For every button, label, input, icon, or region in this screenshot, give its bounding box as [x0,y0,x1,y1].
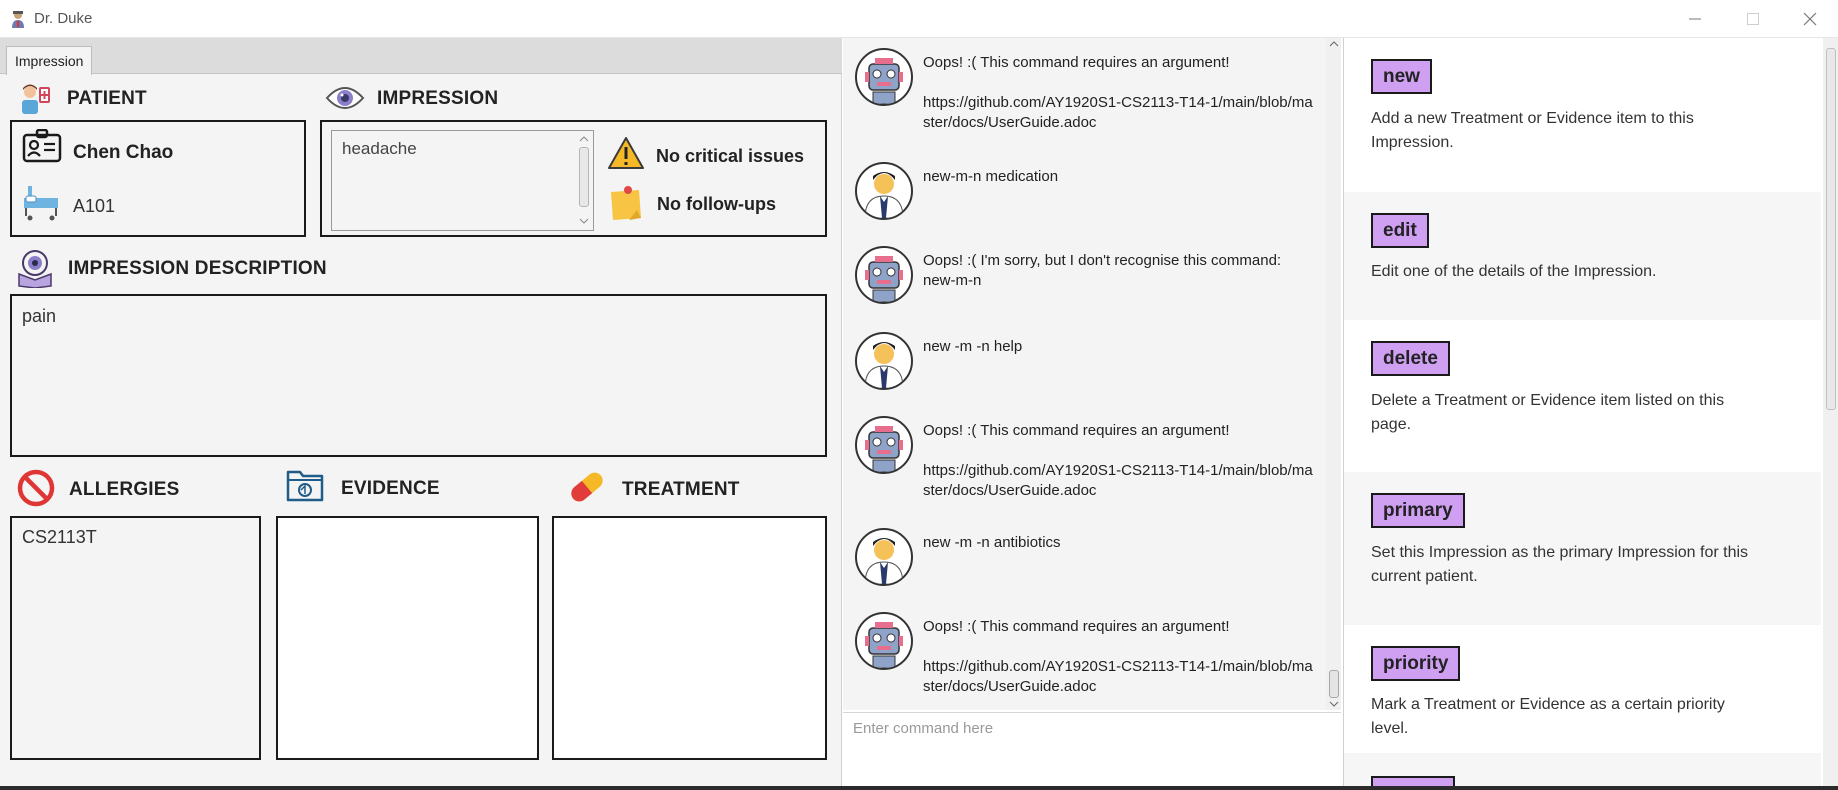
critical-status: No critical issues [656,146,805,166]
command-badge[interactable]: primary [1371,493,1465,528]
chat-message-text: new -m -n antibiotics [923,534,1061,551]
help-item: priority Mark a Treatment or Evidence as… [1344,625,1821,753]
maximize-icon [1747,13,1759,25]
command-description: Add a new Treatment or Evidence item to … [1371,110,1694,151]
help-item: primary Set this Impression as the prima… [1344,472,1821,625]
impression-name-field[interactable]: headache [331,130,594,231]
doctor-icon [864,172,904,218]
command-box [843,712,1341,790]
treatment-box [552,516,827,760]
robot-icon [865,256,903,302]
robot-avatar [855,48,913,106]
eye-icon [325,87,365,109]
doctor-icon [864,342,904,388]
command-description: Mark a Treatment or Evidence as a certai… [1371,696,1725,737]
treatment-heading: TREATMENT [622,479,740,500]
warning-icon [608,137,644,169]
command-description: Delete a Treatment or Evidence item list… [1371,392,1725,433]
close-button[interactable] [1787,6,1833,32]
followup-status: No follow-ups [657,194,776,214]
taskbar-edge [0,786,1838,790]
evidence-heading: EVIDENCE [341,478,440,499]
impression-scrollbar[interactable] [577,133,591,228]
scrollbar-thumb[interactable] [1826,48,1836,410]
description-icon [18,250,52,288]
scroll-down-icon [579,218,589,224]
doctor-icon [864,538,904,584]
tab-impression[interactable]: Impression [6,46,93,75]
window-title: Dr. Duke [34,10,93,27]
help-item: edit Edit one of the details of the Impr… [1344,192,1821,320]
command-description: Edit one of the details of the Impressio… [1371,263,1657,280]
description-heading: IMPRESSION DESCRIPTION [68,258,327,279]
scroll-up-icon [579,136,589,142]
tab-strip: Impression [0,38,842,75]
scroll-down-icon [1329,701,1339,707]
command-badge[interactable]: new [1371,59,1432,94]
description-text: pain [22,306,57,326]
evidence-box [276,516,539,760]
title-bar: Dr. Duke [0,0,1838,38]
command-input[interactable] [843,713,1341,743]
robot-avatar [855,246,913,304]
scroll-up-icon [1329,41,1339,47]
help-panel: new Add a new Treatment or Evidence item… [1343,38,1821,790]
doctor-avatar [855,162,913,220]
chat-message-text: Oops! :( This command requires an argume… [923,54,1313,131]
chat-log[interactable]: Oops! :( This command requires an argume… [843,38,1341,710]
id-card-icon [22,129,62,163]
impression-name: headache [342,139,417,158]
chat-message-text: Oops! :( I'm sorry, but I don't recognis… [923,252,1286,289]
patient-icon [22,84,50,114]
patient-heading: PATIENT [67,88,147,109]
allergies-box [10,516,261,760]
chat-message-text: new -m -n help [923,338,1023,355]
doctor-app-icon [12,11,24,28]
help-item: new Add a new Treatment or Evidence item… [1344,38,1821,192]
robot-icon [865,622,903,668]
robot-avatar [855,612,913,670]
chat-scrollbar[interactable] [1326,38,1341,710]
prohibited-icon [17,469,55,507]
robot-icon [865,426,903,472]
scrollbar-thumb[interactable] [579,147,589,207]
close-icon [1803,12,1817,26]
robot-icon [865,58,903,104]
robot-avatar [855,416,913,474]
minimize-icon [1689,18,1701,20]
doctor-avatar [855,332,913,390]
patient-bed: A101 [73,196,116,216]
chat-message-text: Oops! :( This command requires an argume… [923,618,1313,695]
command-badge[interactable]: edit [1371,213,1429,248]
impression-heading: IMPRESSION [377,88,499,109]
command-description: Set this Impression as the primary Impre… [1371,544,1749,585]
minimize-button[interactable] [1672,6,1718,32]
patient-name: Chen Chao [73,142,174,163]
allergies-heading: ALLERGIES [69,479,180,500]
folder-icon [286,470,324,502]
scrollbar-thumb[interactable] [1329,670,1339,698]
sticky-note-icon [611,186,641,220]
command-badge[interactable]: delete [1371,341,1450,376]
hospital-bed-icon [24,186,58,221]
maximize-button[interactable] [1730,6,1776,32]
command-badge[interactable]: priority [1371,646,1461,681]
description-box [10,294,827,457]
help-scrollbar[interactable] [1823,38,1838,790]
doctor-avatar [855,528,913,586]
help-item [1344,753,1821,790]
chat-message-text: new-m-n medication [923,168,1059,185]
chat-message-text: Oops! :( This command requires an argume… [923,422,1313,499]
pill-icon [571,472,603,502]
help-item: delete Delete a Treatment or Evidence it… [1344,320,1821,472]
allergy-item: CS2113T [22,527,97,547]
